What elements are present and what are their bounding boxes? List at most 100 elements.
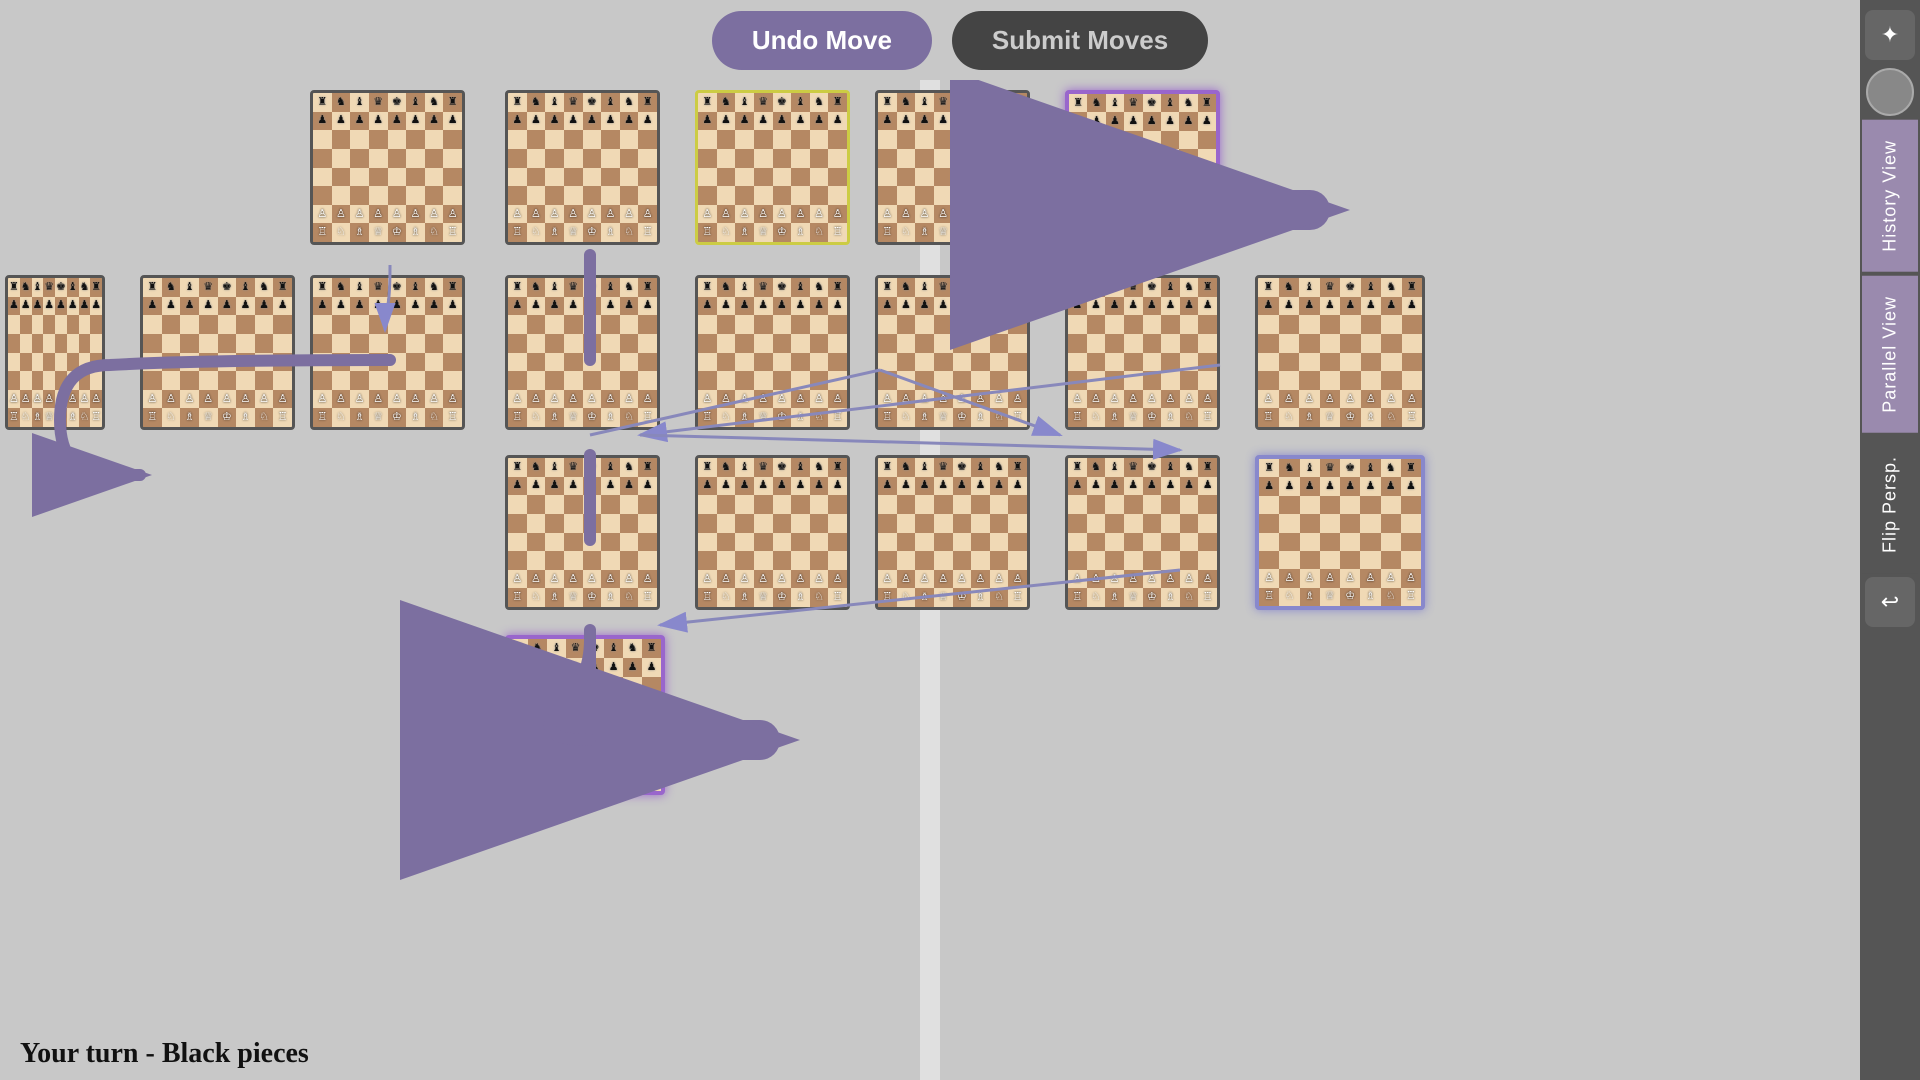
board-cell[interactable] — [791, 371, 810, 390]
board-cell[interactable]: ♝ — [601, 458, 620, 477]
board-cell[interactable]: ♗ — [1299, 408, 1320, 427]
board-cell[interactable] — [791, 495, 810, 514]
board-cell[interactable]: ♙ — [1161, 570, 1180, 589]
board-cell[interactable]: ♝ — [350, 278, 369, 297]
board-cell[interactable] — [828, 353, 847, 372]
board-cell[interactable]: ♙ — [620, 570, 639, 589]
board-cell[interactable]: ♝ — [547, 639, 566, 658]
board-cell[interactable]: ♙ — [545, 390, 564, 409]
board-r3-c6[interactable]: ♜♞♝♛♚♝♞♜♟♟♟♟♟♟♟♟♙♙♙♙♙♙♙♙♖♘♗♕♔♗♘♖ — [1065, 455, 1220, 610]
board-cell[interactable]: ♙ — [255, 390, 274, 409]
board-r2-c3[interactable]: ♜♞♝♛♚♝♞♜♟♟♟♟♟♟♟♟♙♙♙♙♙♙♙♙♖♘♗♕♔♗♘♖ — [505, 275, 660, 430]
board-cell[interactable] — [527, 353, 546, 372]
board-cell[interactable]: ♙ — [545, 570, 564, 589]
board-cell[interactable]: ♚ — [388, 93, 407, 112]
board-cell[interactable]: ♙ — [1198, 390, 1217, 409]
board-cell[interactable]: ♞ — [810, 458, 829, 477]
board-cell[interactable] — [604, 715, 623, 734]
board-cell[interactable] — [143, 371, 162, 390]
board-cell[interactable] — [698, 371, 717, 390]
board-r1-c4[interactable]: ♜♞♝♛♚♝♞♜♟♟♟♟♟♟♟♟♙♙♙♙♙♙♙♙♖♘♗♕♔♗♘♖ — [695, 90, 850, 245]
board-cell[interactable] — [199, 315, 218, 334]
board-cell[interactable] — [350, 334, 369, 353]
board-cell[interactable]: ♙ — [528, 753, 547, 772]
board-cell[interactable]: ♞ — [425, 278, 444, 297]
board-cell[interactable] — [828, 168, 847, 187]
board-cell[interactable]: ♙ — [773, 205, 792, 224]
board-cell[interactable]: ♙ — [791, 205, 810, 224]
board-cell[interactable]: ♟ — [1300, 477, 1320, 495]
board-cell[interactable]: ♟ — [698, 297, 717, 316]
board-cell[interactable]: ♟ — [1106, 112, 1124, 130]
board-cell[interactable]: ♛ — [1320, 459, 1340, 477]
board-cell[interactable]: ♟ — [604, 658, 623, 677]
board-cell[interactable] — [545, 495, 564, 514]
board-cell[interactable]: ♚ — [1143, 458, 1162, 477]
board-cell[interactable] — [934, 533, 953, 552]
board-cell[interactable]: ♙ — [620, 205, 639, 224]
board-cell[interactable] — [897, 130, 916, 149]
board-cell[interactable]: ♟ — [828, 112, 847, 131]
board-cell[interactable]: ♜ — [443, 93, 462, 112]
board-cell[interactable] — [754, 149, 773, 168]
board-cell[interactable] — [1381, 514, 1401, 532]
board-cell[interactable] — [1069, 149, 1087, 167]
board-cell[interactable] — [564, 186, 583, 205]
board-cell[interactable] — [698, 186, 717, 205]
board-cell[interactable] — [638, 315, 657, 334]
board-cell[interactable]: ♖ — [878, 588, 897, 607]
board-cell[interactable]: ♝ — [1161, 458, 1180, 477]
board-cell[interactable] — [583, 186, 602, 205]
board-cell[interactable] — [406, 334, 425, 353]
board-cell[interactable] — [8, 371, 20, 390]
board-cell[interactable] — [810, 353, 829, 372]
board-cell[interactable]: ♟ — [55, 297, 67, 316]
board-cell[interactable]: ♟ — [583, 112, 602, 131]
board-cell[interactable] — [990, 168, 1009, 187]
board-cell[interactable] — [717, 495, 736, 514]
board-cell[interactable]: ♝ — [971, 93, 990, 112]
board-cell[interactable] — [1340, 496, 1360, 514]
board-cell[interactable] — [583, 149, 602, 168]
board-cell[interactable]: ♟ — [601, 112, 620, 131]
board-cell[interactable]: ♝ — [601, 93, 620, 112]
board-cell[interactable] — [717, 353, 736, 372]
board-cell[interactable]: ♟ — [791, 477, 810, 496]
board-cell[interactable]: ♕ — [564, 223, 583, 242]
board-cell[interactable] — [990, 186, 1009, 205]
board-cell[interactable]: ♙ — [1340, 390, 1361, 409]
board-cell[interactable]: ♘ — [1279, 408, 1300, 427]
board-cell[interactable]: ♟ — [638, 297, 657, 316]
board-cell[interactable]: ♕ — [369, 408, 388, 427]
board-cell[interactable] — [810, 168, 829, 187]
board-cell[interactable] — [1008, 149, 1027, 168]
board-cell[interactable]: ♗ — [547, 772, 566, 791]
board-cell[interactable]: ♙ — [1180, 570, 1199, 589]
board-cell[interactable]: ♘ — [620, 223, 639, 242]
board-cell[interactable] — [717, 186, 736, 205]
board-cell[interactable]: ♙ — [953, 205, 972, 224]
board-cell[interactable]: ♟ — [717, 477, 736, 496]
board-cell[interactable]: ♙ — [509, 753, 528, 772]
board-cell[interactable] — [509, 715, 528, 734]
board-cell[interactable]: ♙ — [1008, 390, 1027, 409]
board-cell[interactable]: ♟ — [273, 297, 292, 316]
board-cell[interactable] — [1279, 514, 1299, 532]
board-cell[interactable] — [1402, 371, 1423, 390]
board-cell[interactable]: ♙ — [953, 390, 972, 409]
board-cell[interactable] — [218, 353, 237, 372]
board-cell[interactable]: ♙ — [1198, 570, 1217, 589]
board-cell[interactable]: ♞ — [897, 278, 916, 297]
board-cell[interactable]: ♝ — [915, 278, 934, 297]
board-cell[interactable]: ♙ — [773, 570, 792, 589]
board-cell[interactable]: ♜ — [1008, 93, 1027, 112]
board-cell[interactable] — [1068, 353, 1087, 372]
board-cell[interactable] — [1198, 353, 1217, 372]
board-cell[interactable]: ♘ — [897, 588, 916, 607]
board-cell[interactable]: ♙ — [1124, 390, 1143, 409]
board-cell[interactable]: ♟ — [162, 297, 181, 316]
board-r3-c5[interactable]: ♜♞♝♛♚♝♞♜♟♟♟♟♟♟♟♟♙♙♙♙♙♙♙♙♖♘♗♕♔♗♘♖ — [875, 455, 1030, 610]
board-cell[interactable] — [878, 371, 897, 390]
board-cell[interactable] — [638, 533, 657, 552]
board-cell[interactable]: ♜ — [273, 278, 292, 297]
